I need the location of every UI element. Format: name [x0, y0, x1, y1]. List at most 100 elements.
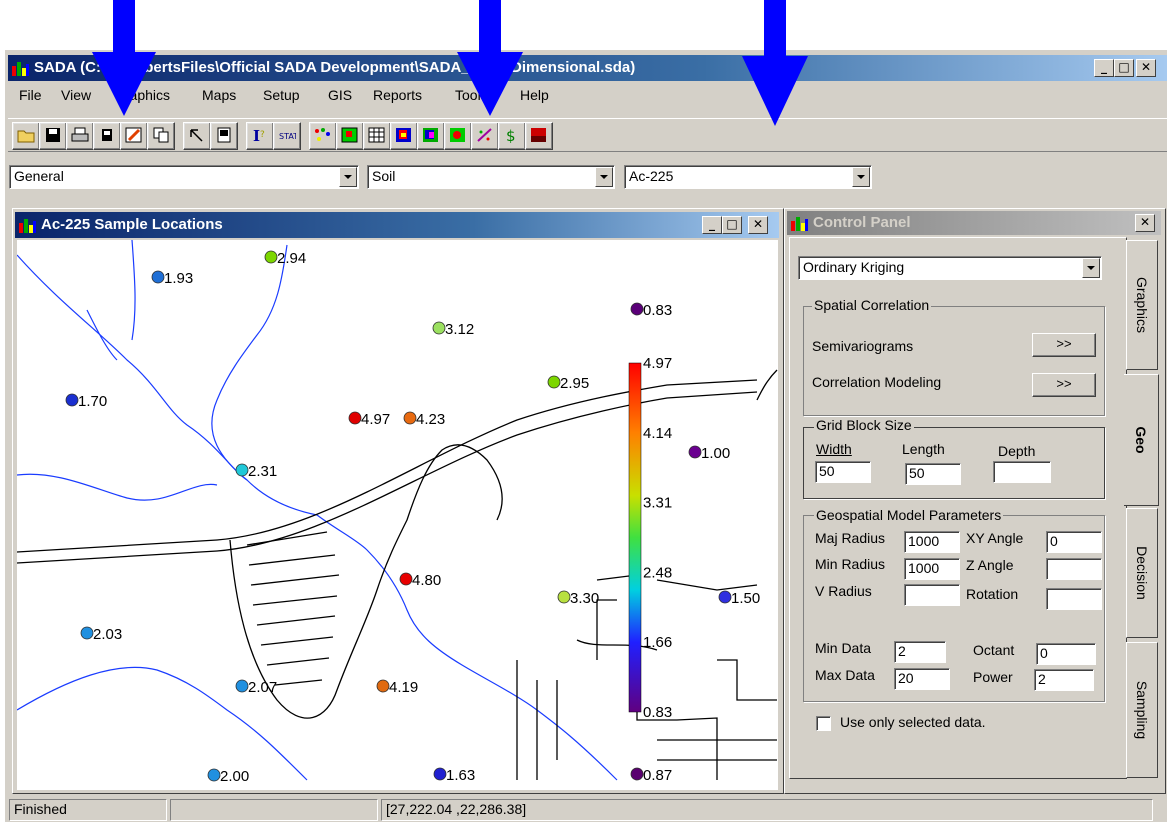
info-icon: I?: [253, 127, 265, 143]
sample-point-label: 1.70: [78, 393, 107, 410]
draw-button[interactable]: [471, 122, 499, 150]
cost-button[interactable]: $: [498, 122, 526, 150]
pointer-button[interactable]: [183, 122, 211, 150]
menu-maps[interactable]: Maps: [202, 84, 236, 106]
min-radius-input[interactable]: 1000: [904, 558, 960, 580]
edit-button[interactable]: [120, 122, 148, 150]
chevron-down-icon[interactable]: [852, 167, 870, 187]
sample-point-marker[interactable]: [557, 590, 571, 604]
stat-icon: STAT: [279, 132, 296, 141]
semivariograms-button[interactable]: >>: [1032, 333, 1096, 357]
sample-point-marker[interactable]: [630, 767, 644, 781]
map-color-icon: [396, 128, 411, 142]
scatter-button[interactable]: [309, 122, 337, 150]
length-input[interactable]: 50: [905, 463, 961, 485]
save-button[interactable]: [39, 122, 67, 150]
sample-point-marker[interactable]: [399, 572, 413, 586]
sample-point-marker[interactable]: [264, 250, 278, 264]
sample-point-marker[interactable]: [235, 679, 249, 693]
window-button[interactable]: [210, 122, 238, 150]
sample-point-marker[interactable]: [547, 375, 561, 389]
sample-point-marker[interactable]: [433, 767, 447, 781]
map-close-button[interactable]: ✕: [748, 216, 768, 234]
power-input[interactable]: 2: [1034, 669, 1094, 691]
sample-point-marker[interactable]: [432, 321, 446, 335]
min-data-input[interactable]: 2: [894, 641, 946, 663]
map-window-title-bar[interactable]: Ac-225 Sample Locations _ □ ✕: [15, 212, 779, 238]
sample-point-label: 2.94: [277, 250, 306, 267]
length-label: Length: [902, 441, 945, 457]
sample-point-marker[interactable]: [235, 463, 249, 477]
sample-point-marker[interactable]: [403, 411, 417, 425]
tab-graphics[interactable]: Graphics: [1126, 240, 1158, 370]
map-canvas[interactable]: 4.97 4.14 3.31 2.48 1.66 0.83 2.94 1.93 0.83 3.1…: [17, 240, 778, 790]
legend-tick-label: 0.83: [643, 704, 672, 721]
menu-setup[interactable]: Setup: [263, 84, 300, 106]
copy-button[interactable]: [147, 122, 175, 150]
depth-input[interactable]: [993, 461, 1051, 483]
stat-button[interactable]: STAT: [273, 122, 301, 150]
xy-angle-input[interactable]: 0: [1046, 531, 1102, 553]
chip-button[interactable]: [93, 122, 121, 150]
width-input[interactable]: 50: [815, 461, 871, 483]
power-label: Power: [973, 669, 1013, 685]
kriging-method-value: Ordinary Kriging: [803, 259, 905, 275]
scenario-select[interactable]: General: [9, 165, 359, 189]
contaminant-select[interactable]: Ac-225: [624, 165, 872, 189]
sample-point-marker[interactable]: [80, 626, 94, 640]
rotation-input[interactable]: [1046, 588, 1102, 610]
tab-decision[interactable]: Decision: [1126, 508, 1158, 638]
map-point-button[interactable]: [444, 122, 472, 150]
tab-sampling[interactable]: Sampling: [1126, 642, 1158, 778]
legend-ticks: 4.97 4.14 3.31 2.48 1.66 0.83: [643, 355, 672, 721]
chevron-down-icon[interactable]: [1082, 258, 1100, 278]
tab-geo[interactable]: Geo: [1124, 374, 1159, 506]
grid-overlay-button[interactable]: [336, 122, 364, 150]
minimize-button[interactable]: _: [1094, 59, 1114, 77]
annotation-arrow-3: [742, 0, 808, 126]
sample-point-marker[interactable]: [65, 393, 79, 407]
sample-point-marker[interactable]: [207, 768, 221, 782]
menu-gis[interactable]: GIS: [328, 84, 352, 106]
menu-view[interactable]: View: [61, 84, 91, 106]
map-shade-button[interactable]: [417, 122, 445, 150]
v-radius-input[interactable]: [904, 584, 960, 606]
map-minimize-button[interactable]: _: [702, 216, 722, 234]
correlation-modeling-button[interactable]: >>: [1032, 373, 1096, 397]
sample-point-marker[interactable]: [151, 270, 165, 284]
maximize-button[interactable]: □: [1114, 59, 1134, 77]
table-button[interactable]: [363, 122, 391, 150]
sample-point-marker[interactable]: [688, 445, 702, 459]
chevron-down-icon[interactable]: [595, 167, 613, 187]
sample-point-marker[interactable]: [718, 590, 732, 604]
min-data-label: Min Data: [815, 640, 872, 656]
edit-icon: [125, 127, 142, 143]
panel-close-button[interactable]: ✕: [1135, 214, 1155, 232]
app-title-bar[interactable]: SADA (C:\AllRobertsFiles\Official SADA D…: [8, 55, 1167, 81]
maj-radius-input[interactable]: 1000: [904, 531, 960, 553]
control-panel-title-bar[interactable]: Control Panel ✕: [787, 211, 1161, 235]
layer-button[interactable]: [525, 122, 553, 150]
use-selected-checkbox[interactable]: [816, 716, 831, 731]
open-button[interactable]: [12, 122, 40, 150]
chevron-down-icon[interactable]: [339, 167, 357, 187]
octant-input[interactable]: 0: [1036, 643, 1096, 665]
map-maximize-button[interactable]: □: [722, 216, 742, 234]
correlation-modeling-label: Correlation Modeling: [812, 374, 942, 390]
info-button[interactable]: I?: [246, 122, 274, 150]
z-angle-input[interactable]: [1046, 558, 1102, 580]
map-color-button[interactable]: [390, 122, 418, 150]
max-data-input[interactable]: 20: [894, 668, 950, 690]
svg-text:I: I: [253, 127, 260, 143]
medium-select[interactable]: Soil: [367, 165, 615, 189]
print-button[interactable]: [66, 122, 94, 150]
sample-point-marker[interactable]: [376, 679, 390, 693]
legend-tick-label: 4.14: [643, 425, 672, 442]
sample-point-marker[interactable]: [348, 411, 362, 425]
menu-file[interactable]: File: [19, 84, 42, 106]
kriging-method-select[interactable]: Ordinary Kriging: [798, 256, 1102, 280]
close-button[interactable]: ✕: [1136, 59, 1156, 77]
sample-point-marker[interactable]: [630, 302, 644, 316]
sample-point-label: 2.07: [248, 679, 277, 696]
menu-reports[interactable]: Reports: [373, 84, 422, 106]
